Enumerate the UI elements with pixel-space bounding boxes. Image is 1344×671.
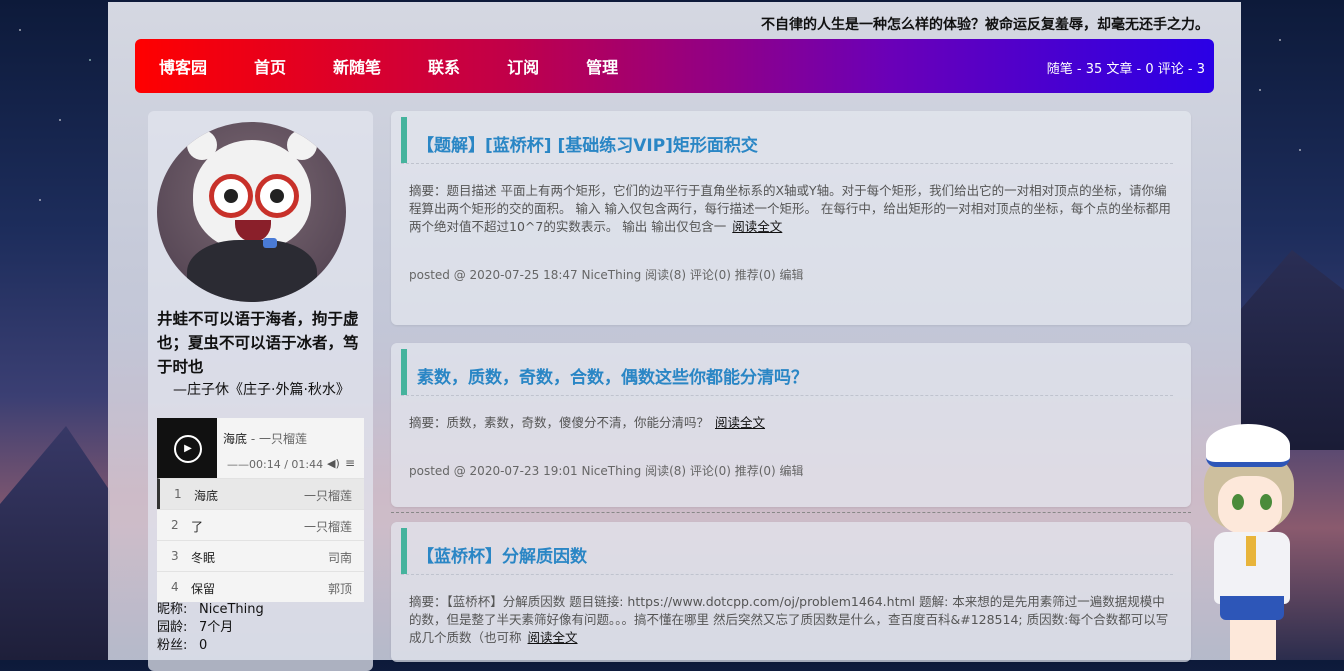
bowtie bbox=[263, 238, 277, 248]
now-playing-artist: - 一只榴莲 bbox=[247, 432, 307, 446]
music-player: ▶ 海底 - 一只榴莲 ——00:14 / 01:44 ◀) ≡ bbox=[157, 418, 364, 478]
background-mountain-right bbox=[1240, 250, 1344, 450]
mascot-legs bbox=[1230, 620, 1276, 660]
mascot-shorts bbox=[1220, 596, 1284, 620]
nav-contact[interactable]: 联系 bbox=[428, 54, 460, 78]
mascot-hat bbox=[1206, 424, 1290, 467]
volume-icon[interactable]: ◀) bbox=[327, 457, 340, 470]
mascot-character[interactable] bbox=[1196, 424, 1316, 660]
album-cover: ▶ bbox=[157, 418, 217, 478]
now-playing: 海底 - 一只榴莲 bbox=[223, 430, 307, 447]
read-more-link[interactable]: 阅读全文 bbox=[528, 630, 578, 645]
title-accent-bar bbox=[401, 528, 407, 574]
nav-home[interactable]: 首页 bbox=[254, 54, 286, 78]
blog-stats: 随笔 - 35 文章 - 0 评论 - 3 bbox=[1046, 62, 1205, 77]
read-more-link[interactable]: 阅读全文 bbox=[732, 219, 782, 234]
playlist-item[interactable]: 4 保留 郭顶 bbox=[157, 571, 364, 602]
mascot-tie bbox=[1246, 536, 1256, 566]
background-mountain-left bbox=[0, 426, 110, 660]
post-card: 【蓝桥杯】分解质因数 摘要：【蓝桥杯】分解质因数 题目链接: https://w… bbox=[391, 522, 1191, 662]
post-summary: 摘要：题目描述 平面上有两个矩形，它们的边平行于直角坐标系的X轴或Y轴。对于每个… bbox=[409, 183, 1171, 234]
post-card: 【题解】[蓝桥杯] [基础练习VIP]矩形面积交 摘要：题目描述 平面上有两个矩… bbox=[391, 111, 1191, 325]
avatar[interactable] bbox=[157, 122, 346, 302]
post-summary: 摘要：质数，素数，奇数，傻傻分不清，你能分清吗？ 阅读全文 bbox=[409, 415, 766, 430]
post-title[interactable]: 【蓝桥杯】分解质因数 bbox=[417, 542, 587, 567]
post-card: 素数，质数，奇数，合数，偶数这些你都能分清吗？ 摘要：质数，素数，奇数，傻傻分不… bbox=[391, 343, 1191, 507]
sidebar: 井蛙不可以语于海者，拘于虚也；夏虫不可以语于冰者，笃于时也 —庄子休《庄子·外篇… bbox=[148, 111, 373, 671]
profile-info: 昵称: NiceThing 园龄: 7个月 粉丝: 0 bbox=[157, 602, 264, 653]
mascot-eye-left bbox=[1232, 494, 1244, 510]
nav-new-post[interactable]: 新随笔 bbox=[333, 54, 381, 78]
title-divider bbox=[401, 163, 1173, 164]
play-icon[interactable]: ▶ bbox=[174, 435, 202, 463]
post-title[interactable]: 素数，质数，奇数，合数，偶数这些你都能分清吗？ bbox=[417, 363, 808, 388]
mascot-eye-right bbox=[1260, 494, 1272, 510]
glasses-right bbox=[255, 174, 299, 218]
post-meta: posted @ 2020-07-23 19:01 NiceThing 阅读(8… bbox=[409, 464, 804, 478]
sidebar-quote: 井蛙不可以语于海者，拘于虚也；夏虫不可以语于冰者，笃于时也 bbox=[157, 310, 359, 376]
playlist-item[interactable]: 2 了 一只榴莲 bbox=[157, 509, 364, 540]
glasses-left bbox=[209, 174, 253, 218]
post-title[interactable]: 【题解】[蓝桥杯] [基础练习VIP]矩形面积交 bbox=[417, 131, 758, 156]
now-playing-title: 海底 bbox=[223, 432, 248, 446]
title-divider bbox=[401, 574, 1173, 575]
title-accent-bar bbox=[401, 117, 407, 163]
post-summary: 摘要：【蓝桥杯】分解质因数 题目链接: https://www.dotcpp.c… bbox=[409, 594, 1169, 645]
bear-body bbox=[187, 240, 317, 302]
nav-subscribe[interactable]: 订阅 bbox=[507, 54, 539, 78]
read-more-link[interactable]: 阅读全文 bbox=[715, 415, 765, 430]
quote-source: —庄子休《庄子·外篇·秋水》 bbox=[173, 382, 350, 398]
playlist-item[interactable]: 1 海底 一只榴莲 bbox=[157, 478, 364, 509]
playlist-item[interactable]: 3 冬眠 司南 bbox=[157, 540, 364, 571]
mascot-face bbox=[1218, 476, 1282, 534]
playlist: 1 海底 一只榴莲 2 了 一只榴莲 3 冬眠 司南 4 保留 郭顶 bbox=[157, 478, 364, 602]
post-meta: posted @ 2020-07-25 18:47 NiceThing 阅读(8… bbox=[409, 268, 804, 282]
page-container: 不自律的人生是一种怎么样的体验？被命运反复羞辱，却毫无还手之力。 博客园 首页 … bbox=[108, 2, 1241, 671]
title-divider bbox=[401, 395, 1173, 396]
nav-blog-home[interactable]: 博客园 bbox=[159, 54, 207, 78]
blog-slogan: 不自律的人生是一种怎么样的体验？被命运反复羞辱，却毫无还手之力。 bbox=[761, 17, 1209, 33]
playlist-menu-icon[interactable]: ≡ bbox=[345, 456, 355, 470]
edit-link[interactable]: 编辑 bbox=[780, 464, 804, 478]
profile-age[interactable]: 7个月 bbox=[199, 620, 233, 635]
edit-link[interactable]: 编辑 bbox=[780, 268, 804, 282]
nav-manage[interactable]: 管理 bbox=[586, 54, 618, 78]
post-separator bbox=[391, 512, 1191, 513]
profile-fans[interactable]: 0 bbox=[199, 638, 207, 653]
player-time: ——00:14 / 01:44 bbox=[227, 458, 324, 471]
title-accent-bar bbox=[401, 349, 407, 395]
profile-nickname[interactable]: NiceThing bbox=[199, 602, 264, 617]
navbar: 博客园 首页 新随笔 联系 订阅 管理 随笔 - 35 文章 - 0 评论 - … bbox=[135, 39, 1214, 93]
